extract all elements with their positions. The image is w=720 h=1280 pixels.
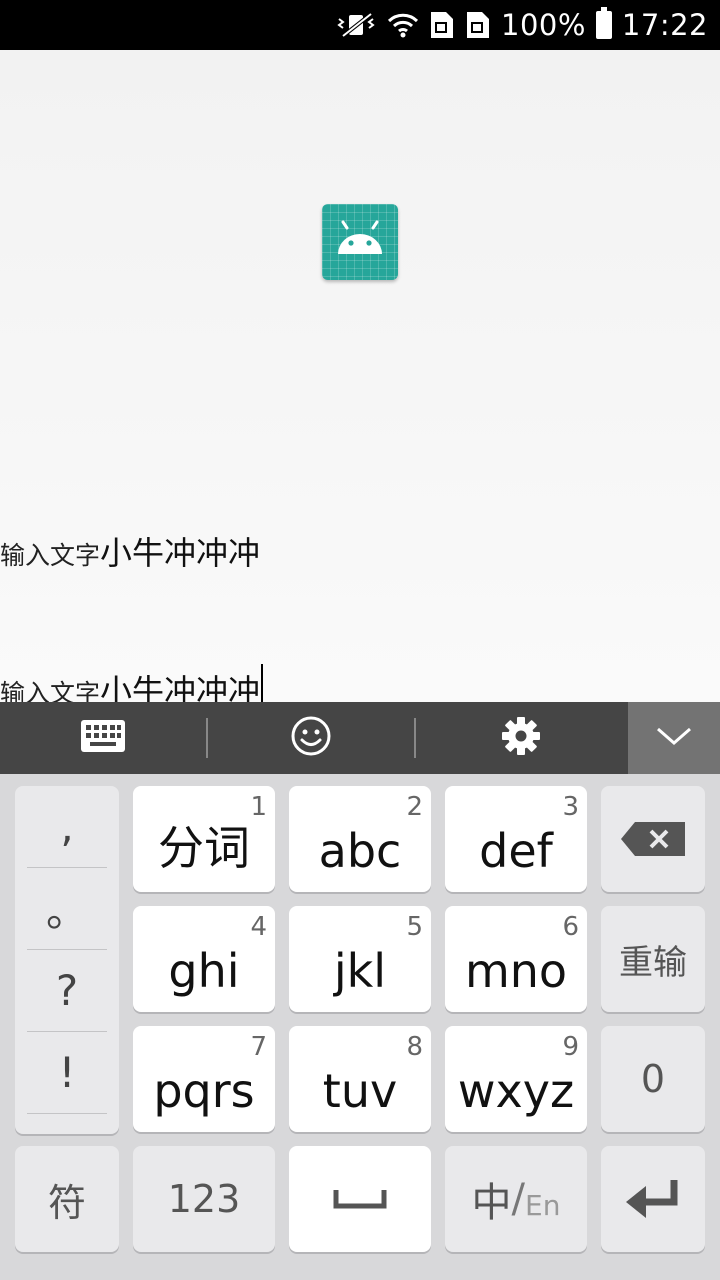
punct-period-key[interactable]: 。 bbox=[27, 868, 107, 950]
key-number: 6 bbox=[562, 912, 579, 942]
key-2-abc[interactable]: 2 abc bbox=[289, 786, 431, 892]
key-8-tuv[interactable]: 8 tuv bbox=[289, 1026, 431, 1132]
status-bar: 100% 17:22 bbox=[0, 0, 720, 50]
battery-percent: 100% bbox=[501, 8, 586, 42]
key-number: 3 bbox=[562, 792, 579, 822]
input-text-display: 小牛冲冲冲 bbox=[100, 534, 261, 572]
numeric-label: 123 bbox=[167, 1177, 241, 1221]
keyboard-icon bbox=[80, 719, 126, 757]
key-number: 5 bbox=[406, 912, 423, 942]
input-label: 输入文字 bbox=[0, 541, 101, 570]
key-9-wxyz[interactable]: 9 wxyz bbox=[445, 1026, 587, 1132]
wifi-icon bbox=[387, 10, 419, 40]
key-label: def bbox=[479, 824, 553, 878]
key-number: 2 bbox=[406, 792, 423, 822]
key-5-jkl[interactable]: 5 jkl bbox=[289, 906, 431, 1012]
key-number: 9 bbox=[562, 1032, 579, 1062]
key-label: 0 bbox=[640, 1057, 666, 1101]
key-number: 4 bbox=[250, 912, 267, 942]
vibrate-mute-icon bbox=[335, 10, 377, 40]
key-label: 分词 bbox=[158, 821, 250, 875]
key-label: mno bbox=[464, 944, 568, 998]
numeric-key[interactable]: 123 bbox=[133, 1146, 275, 1252]
key-1-segment[interactable]: 1 分词 bbox=[133, 786, 275, 892]
android-app-icon bbox=[322, 204, 398, 280]
settings-button[interactable] bbox=[416, 702, 626, 774]
key-7-pqrs[interactable]: 7 pqrs bbox=[133, 1026, 275, 1132]
punct-question-key[interactable]: ? bbox=[27, 950, 107, 1032]
punct-exclaim-key[interactable]: ! bbox=[27, 1032, 107, 1114]
battery-icon bbox=[595, 7, 612, 39]
settings-gear-icon bbox=[501, 716, 541, 760]
key-6-mno[interactable]: 6 mno bbox=[445, 906, 587, 1012]
app-content: 输入文字 小牛冲冲冲 输入文字 小牛冲冲冲 bbox=[0, 50, 720, 710]
lang-separator: / bbox=[511, 1176, 526, 1222]
reinput-label: 重输 bbox=[619, 942, 687, 983]
backspace-icon bbox=[601, 786, 705, 892]
clock: 17:22 bbox=[621, 8, 708, 42]
space-key[interactable] bbox=[289, 1146, 431, 1252]
lang-chinese-label: 中 bbox=[471, 1180, 512, 1226]
keyboard-toolbar bbox=[0, 702, 720, 774]
t9-keyboard: , 。 ? ! 1 分词 2 abc 3 def 4 ghi 5 jkl 6 m… bbox=[0, 774, 720, 1280]
key-0[interactable]: 0 bbox=[601, 1026, 705, 1132]
key-label: tuv bbox=[322, 1064, 398, 1118]
text-display-row: 输入文字 小牛冲冲冲 bbox=[0, 528, 260, 574]
key-label: abc bbox=[318, 824, 402, 878]
enter-icon bbox=[601, 1146, 705, 1252]
language-switch-key[interactable]: 中 / En bbox=[445, 1146, 587, 1252]
symbols-key[interactable]: 符 bbox=[15, 1146, 119, 1252]
collapse-chevron-icon bbox=[655, 725, 693, 751]
key-3-def[interactable]: 3 def bbox=[445, 786, 587, 892]
punctuation-column: , 。 ? ! bbox=[15, 786, 119, 1134]
sim2-icon bbox=[465, 10, 491, 40]
key-number: 8 bbox=[406, 1032, 423, 1062]
key-label: wxyz bbox=[457, 1064, 575, 1118]
sim1-icon bbox=[429, 10, 455, 40]
backspace-key[interactable] bbox=[601, 786, 705, 892]
lang-english-label: En bbox=[525, 1188, 561, 1222]
collapse-keyboard-button[interactable] bbox=[628, 702, 720, 774]
reinput-key[interactable]: 重输 bbox=[601, 906, 705, 1012]
key-label: pqrs bbox=[153, 1064, 255, 1118]
key-number: 7 bbox=[250, 1032, 267, 1062]
key-label: ghi bbox=[168, 944, 240, 998]
punct-comma-key[interactable]: , bbox=[27, 786, 107, 868]
key-4-ghi[interactable]: 4 ghi bbox=[133, 906, 275, 1012]
emoji-icon bbox=[290, 715, 332, 761]
key-label: jkl bbox=[333, 944, 387, 998]
enter-key[interactable] bbox=[601, 1146, 705, 1252]
symbols-label: 符 bbox=[47, 1180, 86, 1225]
space-icon bbox=[289, 1146, 431, 1252]
emoji-button[interactable] bbox=[208, 702, 414, 774]
keyboard-switch-button[interactable] bbox=[0, 702, 206, 774]
